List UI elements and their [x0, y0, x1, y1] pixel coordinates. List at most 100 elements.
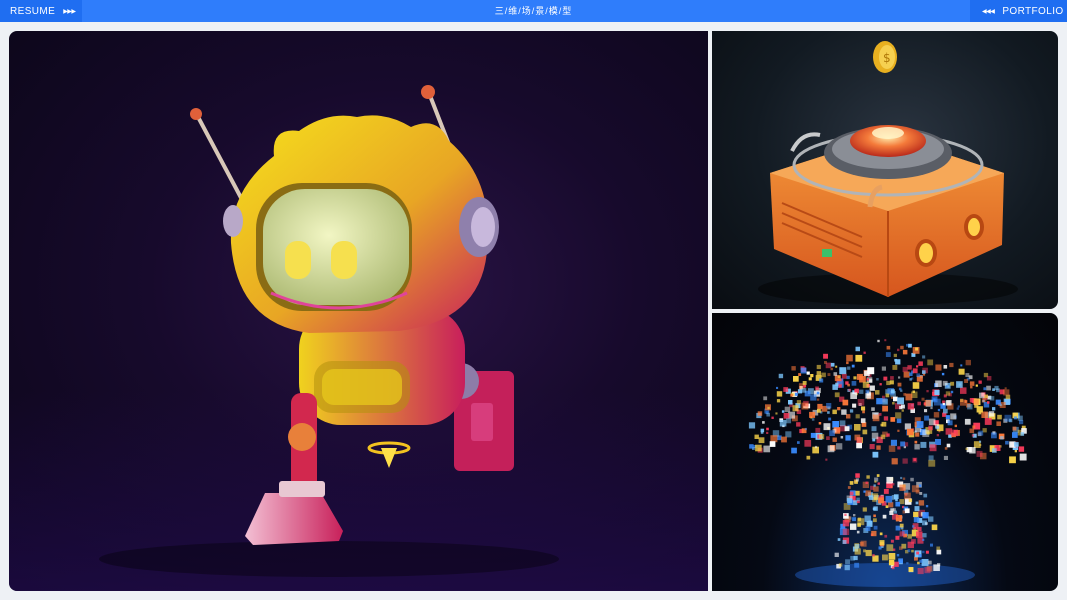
- voxel: [911, 549, 914, 553]
- voxel-tree-render-image[interactable]: [712, 313, 1058, 591]
- portfolio-nav-button[interactable]: ◀◀◀ PORTFOLIO: [970, 0, 1067, 22]
- voxel: [778, 373, 784, 379]
- voxel: [922, 512, 929, 519]
- voxel: [933, 564, 940, 571]
- voxel: [915, 489, 920, 494]
- voxel: [879, 540, 885, 546]
- voxel: [757, 411, 763, 416]
- voxel: [847, 366, 851, 370]
- voxel: [818, 422, 822, 425]
- voxel: [992, 448, 997, 453]
- coin-machine-render-image[interactable]: $: [712, 31, 1058, 309]
- voxel: [890, 389, 895, 394]
- voxel: [957, 405, 960, 408]
- voxel: [847, 383, 850, 387]
- voxel: [823, 353, 828, 359]
- voxel: [919, 492, 923, 495]
- voxel: [835, 365, 838, 368]
- voxel: [891, 396, 894, 399]
- voxel: [979, 440, 982, 443]
- voxel: [891, 483, 895, 486]
- voxel: [902, 458, 908, 464]
- voxel: [783, 387, 789, 392]
- voxel: [888, 502, 894, 508]
- voxel: [748, 422, 756, 429]
- voxel: [905, 393, 913, 401]
- voxel: [878, 497, 884, 504]
- voxel: [849, 409, 854, 413]
- voxel: [897, 382, 902, 387]
- voxel: [935, 425, 940, 430]
- voxel: [996, 388, 1000, 393]
- voxel: [856, 497, 860, 502]
- voxel: [837, 375, 841, 379]
- voxel: [922, 520, 927, 526]
- voxel: [945, 428, 953, 435]
- voxel: [895, 501, 901, 507]
- voxel: [857, 399, 865, 406]
- coin-machine-illustration: $: [758, 41, 1018, 305]
- voxel: [951, 429, 958, 437]
- voxel: [917, 568, 924, 575]
- voxel: [781, 436, 787, 443]
- voxel: [900, 441, 906, 447]
- voxel: [791, 447, 797, 454]
- voxel: [853, 555, 858, 561]
- voxel: [911, 377, 914, 380]
- voxel: [958, 383, 961, 386]
- voxel: [917, 401, 921, 406]
- voxel: [893, 353, 897, 358]
- voxel: [920, 441, 927, 448]
- voxel: [964, 379, 968, 383]
- voxel: [863, 490, 866, 493]
- voxel: [1020, 432, 1025, 436]
- voxel: [898, 558, 903, 564]
- voxel: [913, 516, 920, 523]
- voxel: [898, 387, 902, 391]
- voxel: [969, 381, 975, 386]
- voxel: [883, 376, 888, 381]
- voxel: [895, 535, 900, 540]
- voxel: [902, 366, 908, 373]
- voxel: [811, 418, 815, 421]
- voxel: [956, 407, 959, 410]
- voxel: [900, 476, 903, 479]
- voxel: [881, 421, 887, 427]
- voxel: [804, 440, 812, 447]
- voxel: [878, 546, 882, 550]
- voxel: [776, 399, 781, 403]
- voxel: [926, 431, 930, 435]
- voxel: [937, 408, 941, 412]
- voxel: [1005, 440, 1009, 445]
- voxel: [821, 372, 826, 378]
- voxel-tree-illustration: [748, 339, 1027, 587]
- voxel: [1017, 415, 1023, 421]
- voxel: [922, 538, 925, 541]
- voxel: [794, 392, 798, 396]
- voxel: [749, 444, 754, 449]
- voxel: [817, 408, 821, 413]
- voxel: [808, 377, 812, 381]
- voxel: [871, 407, 875, 411]
- voxel: [979, 444, 982, 447]
- voxel: [830, 362, 835, 367]
- voxel: [946, 385, 949, 388]
- voxel: [766, 412, 770, 417]
- voxel: [855, 354, 863, 362]
- voxel: [897, 348, 900, 352]
- voxel: [860, 418, 866, 423]
- robot-render-image[interactable]: [9, 31, 708, 591]
- voxel: [899, 484, 906, 491]
- voxel: [827, 373, 831, 376]
- voxel: [913, 511, 919, 518]
- voxel: [1014, 450, 1017, 453]
- voxel: [865, 389, 870, 394]
- voxel: [855, 473, 860, 478]
- voxel: [840, 436, 844, 439]
- voxel: [915, 432, 920, 437]
- voxel: [842, 399, 849, 406]
- voxel: [835, 382, 839, 386]
- voxel: [891, 458, 898, 465]
- voxel: [958, 368, 965, 375]
- voxel: [862, 429, 868, 435]
